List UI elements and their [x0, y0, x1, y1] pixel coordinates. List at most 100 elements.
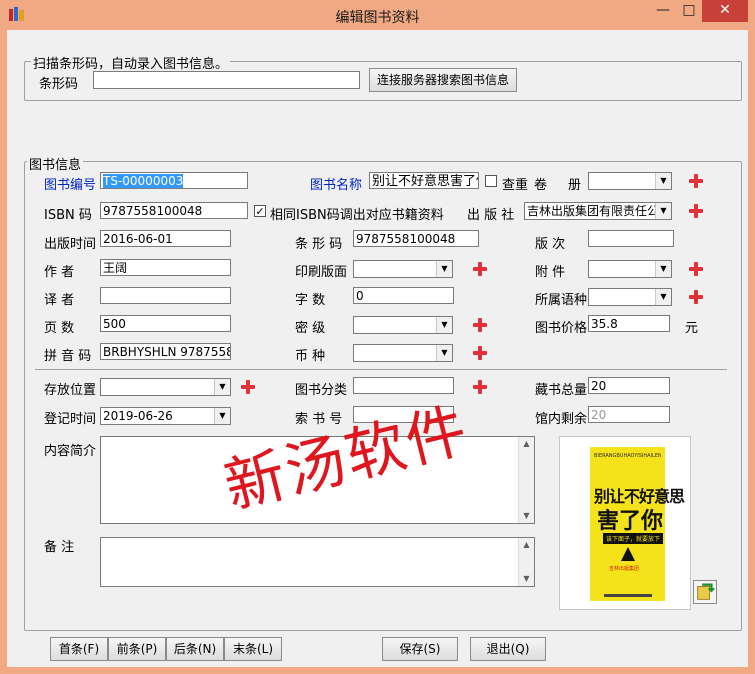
- location-label: 存放位置: [44, 383, 97, 398]
- book-id-label: 图书编号: [44, 178, 97, 193]
- chevron-down-icon[interactable]: ▼: [655, 261, 671, 277]
- regdate-label: 登记时间: [44, 412, 97, 427]
- search-server-button[interactable]: 连接服务器搜索图书信息: [369, 68, 517, 92]
- minimize-icon[interactable]: —: [650, 0, 676, 22]
- maximize-icon[interactable]: □: [676, 0, 702, 22]
- remain-label: 馆内剩余: [535, 412, 588, 427]
- attach-label: 附 件: [535, 265, 566, 280]
- currency-label: 币 种: [295, 349, 326, 364]
- barcode-label: 条 形 码: [295, 237, 343, 252]
- chevron-down-icon[interactable]: ▼: [214, 379, 230, 395]
- book-id-input[interactable]: TS-00000003: [100, 172, 248, 189]
- total-label: 藏书总量: [535, 383, 588, 398]
- location-select[interactable]: ▼: [100, 378, 231, 396]
- book-name-input[interactable]: 别让不好意思害了你: [369, 172, 479, 189]
- pages-label: 页 数: [44, 321, 75, 336]
- chevron-down-icon[interactable]: ▼: [655, 289, 671, 305]
- dup-check-label: 查重: [502, 178, 529, 193]
- add-plus-icon[interactable]: [689, 262, 703, 276]
- remark-textarea[interactable]: ▲ ▼: [100, 537, 535, 587]
- pinyin-label: 拼 音 码: [44, 349, 92, 364]
- add-plus-icon[interactable]: [689, 290, 703, 304]
- remain-input: 20: [588, 406, 670, 423]
- translator-label: 译 者: [44, 293, 75, 308]
- book-info-legend: 图书信息: [27, 154, 84, 173]
- add-plus-icon[interactable]: [689, 174, 703, 188]
- pubdate-input[interactable]: 2016-06-01: [100, 230, 231, 247]
- book-count-select[interactable]: ▼: [588, 172, 672, 190]
- pages-input[interactable]: 500: [100, 315, 231, 332]
- section-divider: [35, 369, 727, 370]
- add-plus-icon[interactable]: [241, 380, 255, 394]
- language-select[interactable]: ▼: [588, 288, 672, 306]
- remark-scrollbar[interactable]: ▲ ▼: [518, 538, 534, 586]
- change-image-icon: [697, 583, 715, 600]
- book-cover-frame: BIERANGBUHAOYISIHAILENI 别让不好意思 害了你 该下面子，…: [559, 436, 691, 610]
- scan-barcode-input[interactable]: [93, 71, 360, 89]
- chevron-down-icon[interactable]: ▼: [655, 173, 671, 189]
- pubdate-label: 出版时间: [44, 237, 97, 252]
- same-isbn-checkbox[interactable]: ✓: [254, 205, 266, 217]
- chevron-down-icon[interactable]: ▼: [655, 203, 671, 219]
- pinyin-input[interactable]: BRBHYSHLN 9787558100048: [100, 343, 231, 360]
- edition-label: 版 次: [535, 237, 566, 252]
- last-record-button[interactable]: 末条(L): [224, 637, 282, 661]
- price-input[interactable]: 35.8: [588, 315, 670, 332]
- total-input[interactable]: 20: [588, 377, 670, 394]
- exit-button[interactable]: 退出(Q): [470, 637, 546, 661]
- save-button[interactable]: 保存(S): [382, 637, 458, 661]
- cover-warning-icon: [621, 547, 635, 561]
- window: 编辑图书资料 — □ ✕ 扫描条形码，自动录入图书信息。 条形码 连接服务器搜索…: [0, 0, 755, 674]
- chevron-down-icon[interactable]: ▼: [436, 261, 452, 277]
- dup-check-checkbox[interactable]: [485, 175, 497, 187]
- print-label: 印刷版面: [295, 265, 348, 280]
- volume-label: 卷: [534, 178, 548, 193]
- language-label: 所属语种: [535, 293, 588, 308]
- title-bar: 编辑图书资料 — □ ✕: [0, 0, 755, 30]
- price-label: 图书价格: [535, 321, 588, 336]
- window-title: 编辑图书资料: [335, 10, 420, 26]
- add-plus-icon[interactable]: [473, 318, 487, 332]
- book-cover-image: BIERANGBUHAOYISIHAILENI 别让不好意思 害了你 该下面子，…: [590, 447, 685, 601]
- secret-label: 密 级: [295, 321, 326, 336]
- close-icon[interactable]: ✕: [702, 0, 748, 22]
- regdate-picker[interactable]: 2019-06-26 ▼: [100, 407, 231, 425]
- same-isbn-label: 相同ISBN码调出对应书籍资料: [270, 208, 444, 223]
- add-plus-icon[interactable]: [473, 346, 487, 360]
- words-label: 字 数: [295, 293, 326, 308]
- barcode-input[interactable]: 9787558100048: [353, 230, 479, 247]
- change-image-button[interactable]: [693, 580, 717, 604]
- remark-label: 备 注: [44, 540, 75, 555]
- add-plus-icon[interactable]: [689, 204, 703, 218]
- isbn-input[interactable]: 9787558100048: [100, 202, 248, 219]
- publisher-select[interactable]: 吉林出版集团有限责任公司 ▼: [524, 202, 672, 220]
- edition-input[interactable]: [588, 230, 674, 247]
- isbn-label: ISBN 码: [44, 208, 92, 223]
- words-input[interactable]: 0: [353, 287, 454, 304]
- summary-label: 内容简介: [44, 444, 97, 459]
- summary-scrollbar[interactable]: ▲ ▼: [518, 437, 534, 523]
- author-label: 作 者: [44, 265, 75, 280]
- add-plus-icon[interactable]: [473, 262, 487, 276]
- book-count-label: 册: [568, 178, 582, 193]
- add-plus-icon[interactable]: [473, 380, 487, 394]
- chevron-down-icon[interactable]: ▼: [214, 408, 230, 424]
- price-unit: 元: [685, 321, 699, 336]
- dialog-client: 扫描条形码，自动录入图书信息。 条形码 连接服务器搜索图书信息 图书信息 图书编…: [7, 30, 748, 667]
- print-select[interactable]: ▼: [353, 260, 453, 278]
- currency-select[interactable]: ▼: [353, 344, 453, 362]
- chevron-down-icon[interactable]: ▼: [436, 345, 452, 361]
- attach-select[interactable]: ▼: [588, 260, 672, 278]
- book-name-label: 图书名称: [310, 178, 363, 193]
- translator-input[interactable]: [100, 287, 231, 304]
- author-input[interactable]: 王阔: [100, 259, 231, 276]
- category-label: 图书分类: [295, 383, 348, 398]
- prev-record-button[interactable]: 前条(P): [108, 637, 166, 661]
- scan-barcode-label: 条形码: [39, 77, 79, 92]
- chevron-down-icon[interactable]: ▼: [436, 317, 452, 333]
- next-record-button[interactable]: 后条(N): [166, 637, 224, 661]
- scan-group-legend: 扫描条形码，自动录入图书信息。: [31, 53, 231, 72]
- first-record-button[interactable]: 首条(F): [50, 637, 108, 661]
- publisher-label: 出 版 社: [467, 208, 515, 223]
- secret-select[interactable]: ▼: [353, 316, 453, 334]
